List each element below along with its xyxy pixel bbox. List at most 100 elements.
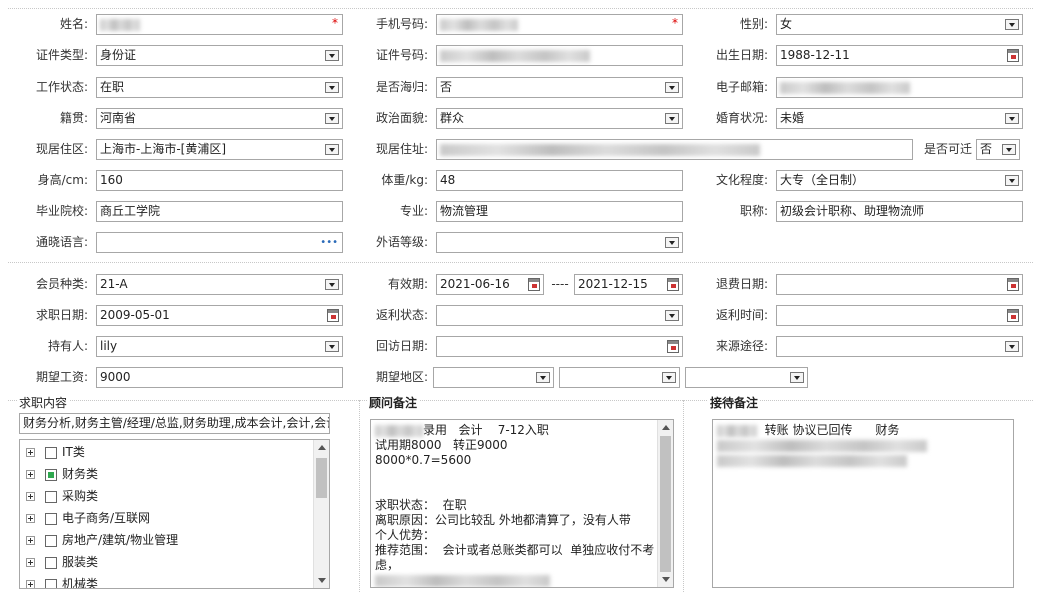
tree-item[interactable]: 房地产/建筑/物业管理 <box>26 530 178 550</box>
expand-icon[interactable] <box>26 470 35 479</box>
checkbox[interactable] <box>45 468 57 481</box>
tree-item[interactable]: 机械类 <box>26 574 98 588</box>
gender-select[interactable]: 女 <box>776 14 1023 35</box>
dropdown-arrow-icon[interactable] <box>1005 19 1019 30</box>
expected-salary-input[interactable]: 9000 <box>96 367 343 388</box>
dropdown-arrow-icon[interactable] <box>1005 175 1019 186</box>
political-select[interactable]: 群众 <box>436 108 683 129</box>
calendar-icon[interactable] <box>667 278 679 291</box>
dropdown-arrow-icon[interactable] <box>325 113 339 124</box>
expected-city-select[interactable] <box>559 367 680 388</box>
dropdown-arrow-icon[interactable] <box>536 372 550 383</box>
job-content-summary[interactable]: 财务分析,财务主管/经理/总监,财务助理,成本会计,会计,会计 <box>19 413 330 434</box>
rebate-status-select[interactable] <box>436 305 683 326</box>
dropdown-arrow-icon[interactable] <box>325 279 339 290</box>
scroll-up-icon[interactable] <box>318 445 326 450</box>
checkbox[interactable] <box>45 490 57 503</box>
name-input[interactable]: * <box>96 14 343 35</box>
checkbox[interactable] <box>45 578 57 588</box>
height-input[interactable]: 160 <box>96 170 343 191</box>
checkbox[interactable] <box>45 534 57 547</box>
tree-item-label: IT类 <box>62 445 85 459</box>
rebate-time-input[interactable] <box>776 305 1023 326</box>
calendar-icon[interactable] <box>528 278 540 291</box>
valid-end-input[interactable]: 2021-12-15 <box>574 274 683 295</box>
checkbox[interactable] <box>45 556 57 569</box>
dropdown-arrow-icon[interactable] <box>1002 144 1016 155</box>
address-input[interactable] <box>436 139 913 160</box>
member-type-select[interactable]: 21-A <box>96 274 343 295</box>
tree-item[interactable]: 财务类 <box>26 464 98 484</box>
languages-input[interactable]: ••• <box>96 232 343 253</box>
expand-icon[interactable] <box>26 492 35 501</box>
advisor-notes-scrollbar[interactable] <box>657 420 673 587</box>
calendar-icon[interactable] <box>327 309 339 322</box>
more-options-icon[interactable]: ••• <box>320 233 338 252</box>
tree-item[interactable]: 采购类 <box>26 486 98 506</box>
school-input[interactable]: 商丘工学院 <box>96 201 343 222</box>
expand-icon[interactable] <box>26 536 35 545</box>
email-input[interactable] <box>776 77 1023 98</box>
dropdown-arrow-icon[interactable] <box>1005 113 1019 124</box>
relocate-select[interactable]: 否 <box>976 139 1020 160</box>
education-select[interactable]: 大专（全日制） <box>776 170 1023 191</box>
tree-scrollbar[interactable] <box>313 440 329 588</box>
holder-select[interactable]: lily <box>96 336 343 357</box>
dropdown-arrow-icon[interactable] <box>665 113 679 124</box>
dropdown-arrow-icon[interactable] <box>325 50 339 61</box>
tree-item[interactable]: 服装类 <box>26 552 98 572</box>
reception-line-1: 转账 协议已回传 财务 <box>764 423 900 437</box>
revisit-date-input[interactable] <box>436 336 683 357</box>
dropdown-arrow-icon[interactable] <box>665 82 679 93</box>
calendar-icon[interactable] <box>1007 309 1019 322</box>
expand-icon[interactable] <box>26 558 35 567</box>
foreign-level-select[interactable] <box>436 232 683 253</box>
calendar-icon[interactable] <box>1007 278 1019 291</box>
refund-date-input[interactable] <box>776 274 1023 295</box>
redacted-text <box>717 454 907 467</box>
scroll-down-icon[interactable] <box>318 578 326 583</box>
job-date-input[interactable]: 2009-05-01 <box>96 305 343 326</box>
expand-icon[interactable] <box>26 448 35 457</box>
dropdown-arrow-icon[interactable] <box>325 341 339 352</box>
returnee-select[interactable]: 否 <box>436 77 683 98</box>
title-input[interactable]: 初级会计职称、助理物流师 <box>776 201 1023 222</box>
checkbox[interactable] <box>45 446 57 459</box>
calendar-icon[interactable] <box>1007 49 1019 62</box>
marital-select[interactable]: 未婚 <box>776 108 1023 129</box>
scroll-up-icon[interactable] <box>662 425 670 430</box>
native-place-select[interactable]: 河南省 <box>96 108 343 129</box>
advisor-notes-textarea[interactable]: 录用 会计 7-12入职 试用期8000 转正9000 8000*0.7=560… <box>370 419 674 588</box>
dropdown-arrow-icon[interactable] <box>325 82 339 93</box>
dropdown-arrow-icon[interactable] <box>325 144 339 155</box>
dropdown-arrow-icon[interactable] <box>662 372 676 383</box>
job-category-tree[interactable]: IT类财务类 采购类 电子商务/互联网 房地产/建筑/物业管理 服装类机械类 <box>19 439 330 589</box>
expected-district-select[interactable] <box>685 367 808 388</box>
expected-province-select[interactable] <box>433 367 554 388</box>
checkbox[interactable] <box>45 512 57 525</box>
region-select[interactable]: 上海市-上海市-[黄浦区] <box>96 139 343 160</box>
major-input[interactable]: 物流管理 <box>436 201 683 222</box>
weight-input[interactable]: 48 <box>436 170 683 191</box>
dropdown-arrow-icon[interactable] <box>665 237 679 248</box>
scroll-thumb[interactable] <box>316 458 327 498</box>
id-number-input[interactable] <box>436 45 683 66</box>
phone-input[interactable]: * <box>436 14 683 35</box>
scroll-down-icon[interactable] <box>662 577 670 582</box>
id-type-select[interactable]: 身份证 <box>96 45 343 66</box>
dropdown-arrow-icon[interactable] <box>665 310 679 321</box>
expand-icon[interactable] <box>26 514 35 523</box>
dropdown-arrow-icon[interactable] <box>790 372 804 383</box>
tree-item[interactable]: 电子商务/互联网 <box>26 508 150 528</box>
reception-notes-textarea[interactable]: 转账 协议已回传 财务 <box>712 419 1014 588</box>
scroll-thumb[interactable] <box>660 436 671 572</box>
source-select[interactable] <box>776 336 1023 357</box>
calendar-icon[interactable] <box>667 340 679 353</box>
tree-item[interactable]: IT类 <box>26 442 85 462</box>
birth-date-input[interactable]: 1988-12-11 <box>776 45 1023 66</box>
valid-start-input[interactable]: 2021-06-16 <box>436 274 544 295</box>
work-status-select[interactable]: 在职 <box>96 77 343 98</box>
expand-icon[interactable] <box>26 580 35 588</box>
job-content-summary-text: 财务分析,财务主管/经理/总监,财务助理,成本会计,会计,会计 <box>23 416 330 430</box>
dropdown-arrow-icon[interactable] <box>1005 341 1019 352</box>
